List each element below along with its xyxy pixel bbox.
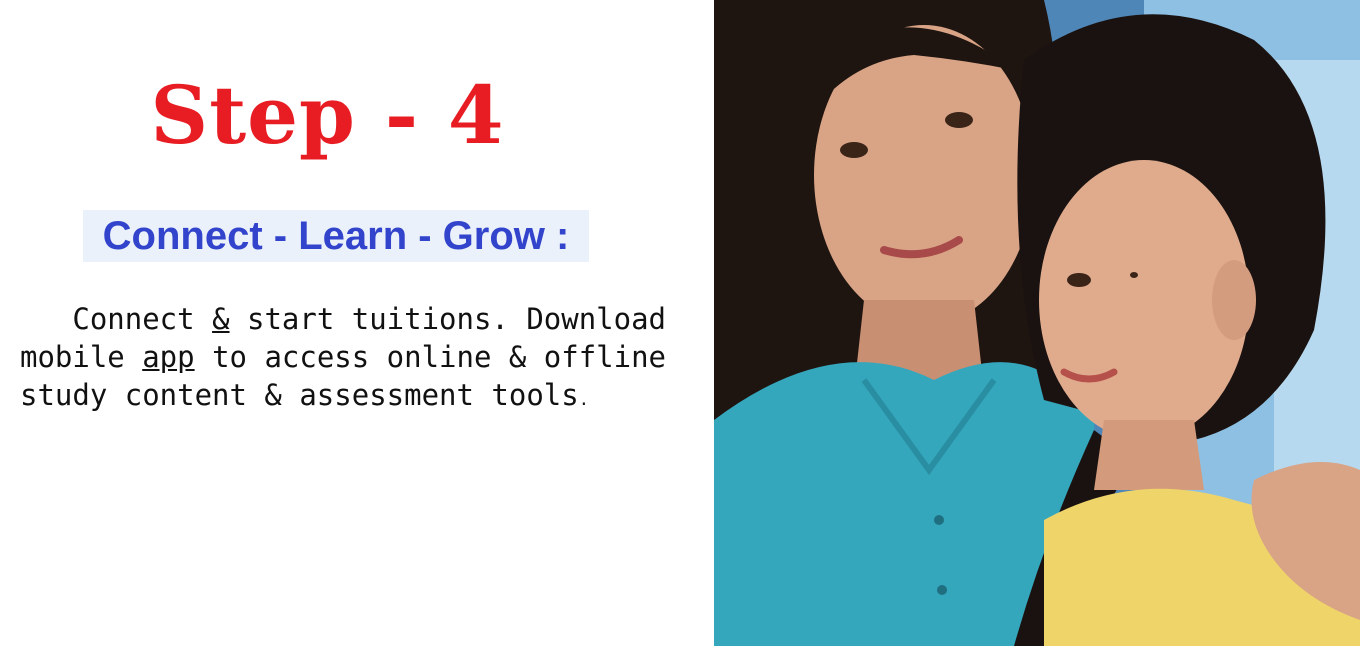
step-title: Step - 4 bbox=[150, 68, 505, 162]
description-text: Connect bbox=[20, 302, 213, 336]
description-text: mobile bbox=[20, 340, 143, 374]
step-description: Connect & start tuitions. Download mobil… bbox=[20, 300, 700, 419]
photo-illustration bbox=[714, 0, 1360, 646]
step-panel: Step - 4 Connect - Learn - Grow : Connec… bbox=[0, 0, 714, 650]
description-text: to access online & offline bbox=[194, 340, 667, 374]
page: Step - 4 Connect - Learn - Grow : Connec… bbox=[0, 0, 1360, 650]
description-text: study content & assessment tools bbox=[20, 378, 579, 412]
description-period: . bbox=[578, 390, 589, 410]
teacher-and-student-photo bbox=[714, 0, 1360, 646]
app-link[interactable]: app bbox=[142, 340, 194, 374]
description-text: start tuitions. Download bbox=[229, 302, 667, 336]
ampersand-underlined: & bbox=[212, 302, 230, 336]
step-subtitle: Connect - Learn - Grow : bbox=[83, 210, 589, 262]
